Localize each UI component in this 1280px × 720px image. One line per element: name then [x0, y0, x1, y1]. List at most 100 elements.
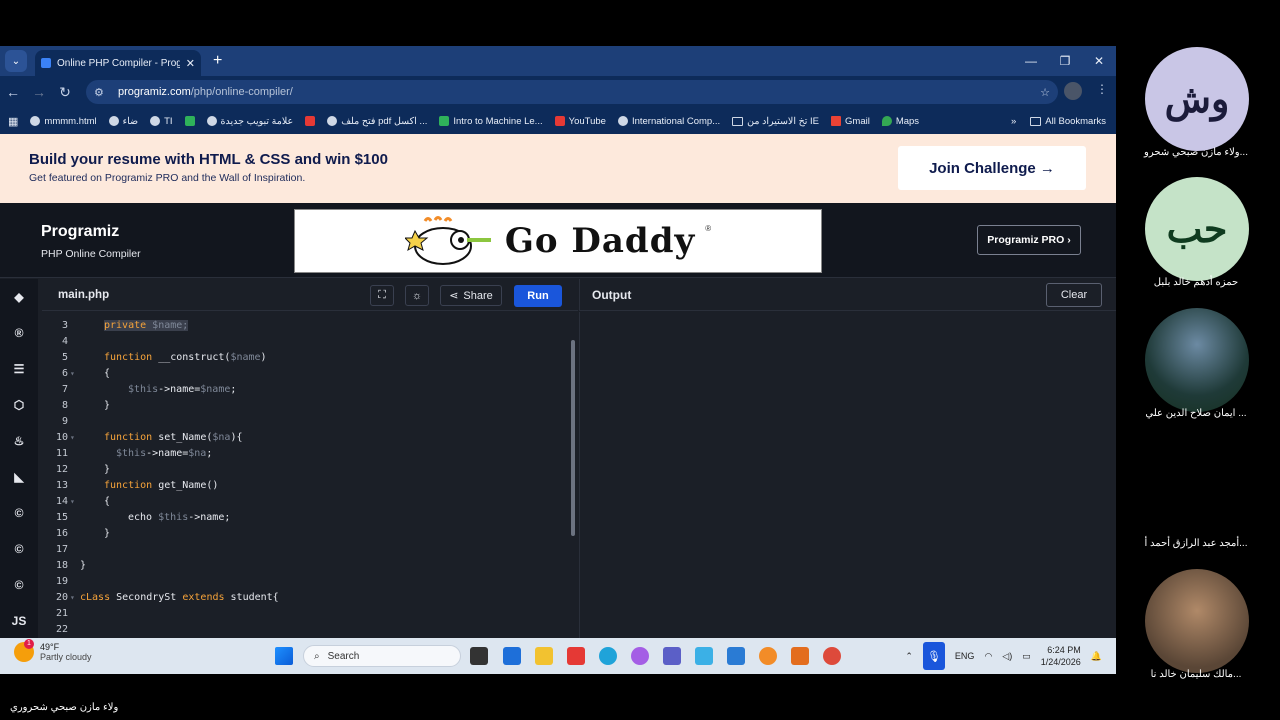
run-button[interactable]: Run — [514, 285, 562, 307]
all-bookmarks[interactable]: All Bookmarks — [1030, 116, 1106, 127]
bookmark-item[interactable]: International Comp... — [617, 116, 720, 127]
teams-icon[interactable] — [663, 647, 681, 665]
bookmark-item[interactable]: Maps — [881, 116, 919, 127]
fold-toggle-icon[interactable]: ▾ — [70, 433, 75, 442]
html-icon[interactable]: ⬡ — [0, 387, 38, 423]
programiz-favicon-icon — [41, 58, 51, 68]
fullscreen-button[interactable]: ⛶ — [370, 285, 394, 306]
share-label: Share — [463, 289, 493, 302]
r-language-icon[interactable]: ® — [0, 315, 38, 351]
sql-icon[interactable]: ☰ — [0, 351, 38, 387]
taskbar-search[interactable]: ⌕ Search — [303, 645, 461, 667]
microphone-icon[interactable]: 🎙 — [922, 642, 945, 670]
participant-avatar[interactable]: وش — [1145, 47, 1249, 151]
app-icon[interactable] — [727, 647, 745, 665]
back-icon[interactable]: ← — [0, 84, 26, 100]
task-view-icon[interactable] — [470, 647, 488, 665]
code-text: private $name; — [104, 320, 189, 331]
language-indicator[interactable]: ENG — [955, 651, 975, 661]
editor-scrollbar[interactable] — [571, 340, 575, 536]
bookmark-item[interactable]: Gmail — [831, 116, 870, 127]
bookmark-item[interactable]: ضاء — [108, 116, 138, 127]
code-token: ->name; — [188, 512, 231, 523]
chrome-icon[interactable] — [823, 647, 841, 665]
fold-toggle-icon[interactable]: ▾ — [70, 593, 75, 602]
java-icon[interactable]: ♨ — [0, 423, 38, 459]
bookmark-item[interactable] — [305, 116, 316, 126]
start-icon[interactable] — [275, 647, 293, 665]
weather-widget[interactable]: 1 49°F Partly cloudy — [14, 639, 92, 662]
new-tab-icon[interactable]: + — [213, 52, 222, 70]
code-token: function — [104, 432, 159, 443]
close-tab-icon[interactable]: ✕ — [186, 57, 195, 70]
code-editor[interactable]: 3 private $name; 4 5 function __construct($n… — [42, 312, 578, 638]
bookmark-item[interactable]: YouTube — [554, 116, 606, 127]
clear-button[interactable]: Clear — [1046, 283, 1102, 307]
output-header: Output Clear — [579, 279, 1116, 311]
bookmark-star-icon[interactable]: ☆ — [1040, 86, 1050, 99]
store-icon[interactable] — [503, 647, 521, 665]
c-icon[interactable]: © — [0, 495, 38, 531]
participant-avatar[interactable] — [1145, 308, 1249, 412]
forward-icon[interactable]: → — [26, 84, 52, 100]
more-bookmarks-icon[interactable]: » — [1011, 116, 1016, 127]
notification-icon[interactable]: 🔔 — [1091, 651, 1102, 662]
browser-tab[interactable]: Online PHP Compiler - Programiz ✕ — [35, 50, 201, 76]
join-challenge-button[interactable]: Join Challenge → — [898, 146, 1086, 190]
file-explorer-icon[interactable] — [535, 647, 553, 665]
participant-avatar[interactable]: حب — [1145, 177, 1249, 281]
edge-icon[interactable] — [599, 647, 617, 665]
fold-toggle-icon[interactable]: ▾ — [70, 369, 75, 378]
bookmark-folder[interactable]: تخ الاستيراد من IE — [732, 116, 819, 127]
participant-name: مالك سليمان خالد نا... — [1150, 669, 1242, 680]
youtube-icon[interactable] — [567, 647, 585, 665]
site-info-icon[interactable]: ⚙ — [94, 86, 110, 99]
fold-toggle-icon[interactable]: ▾ — [70, 497, 75, 506]
bookmark-item[interactable]: Intro to Machine Le... — [439, 116, 543, 127]
clock[interactable]: 6:24 PM 1/24/2026 — [1041, 644, 1081, 668]
apps-grid-icon[interactable]: ▦ — [8, 115, 18, 128]
banner-subline: Get featured on Programiz PRO and the Wa… — [29, 172, 306, 184]
tray-expand-icon[interactable]: ⌃ — [905, 651, 913, 662]
programiz-logo[interactable]: Programiz — [41, 223, 119, 241]
windows-taskbar: 1 49°F Partly cloudy ⌕ Search ⌃ 🎙 ENG ◠ … — [0, 638, 1116, 674]
line-number: 17 — [55, 544, 68, 555]
wifi-icon[interactable]: ◠ — [984, 651, 992, 662]
bookmark-item[interactable]: فتح ملف pdf اكسل ... — [327, 116, 427, 127]
javascript-icon[interactable]: JS — [0, 603, 38, 639]
csharp-icon[interactable]: © — [0, 567, 38, 603]
bookmark-item[interactable]: mmmm.html — [30, 116, 97, 127]
participant-name: ايمان صلاح الدين علي ... — [1145, 408, 1247, 419]
share-button[interactable]: ⋖ Share — [440, 285, 502, 306]
participant-avatar[interactable] — [1145, 569, 1249, 673]
code-token: ) — [260, 352, 267, 363]
code-token: function — [104, 352, 159, 363]
profile-avatar[interactable] — [1064, 82, 1082, 100]
code-token: $name — [230, 352, 261, 363]
promo-banner: Build your resume with HTML & CSS and wi… — [0, 134, 1116, 203]
bookmark-item[interactable]: TI — [150, 116, 173, 127]
app-icon[interactable] — [791, 647, 809, 665]
cpp-icon[interactable]: © — [0, 531, 38, 567]
volume-icon[interactable]: ◁) — [1002, 651, 1012, 662]
battery-icon[interactable]: ▭ — [1022, 651, 1031, 662]
vlc-icon[interactable] — [759, 647, 777, 665]
bookmark-item[interactable]: علامة تبويب جديدة — [206, 116, 293, 127]
close-window-icon[interactable]: ✕ — [1082, 46, 1116, 76]
godaddy-ad[interactable]: Go Daddy ® — [294, 209, 822, 273]
copilot-icon[interactable] — [631, 647, 649, 665]
reload-icon[interactable]: ↻ — [52, 84, 78, 101]
theme-toggle-button[interactable]: ☼ — [405, 285, 429, 306]
kotlin-icon[interactable]: ◣ — [0, 459, 38, 495]
url-field[interactable]: ⚙ programiz.com/php/online-compiler/ ☆ — [86, 80, 1058, 104]
tab-search-icon[interactable]: ⌄ — [5, 50, 27, 72]
programiz-pro-button[interactable]: Programiz PRO › — [977, 225, 1081, 255]
minimize-icon[interactable]: — — [1014, 46, 1048, 76]
restore-icon[interactable]: ❐ — [1048, 46, 1082, 76]
file-tab[interactable]: main.php — [58, 289, 109, 301]
code-token: echo — [128, 512, 159, 523]
python-icon[interactable]: ◆ — [0, 279, 38, 315]
photos-icon[interactable] — [695, 647, 713, 665]
bookmark-item[interactable] — [184, 116, 195, 126]
menu-kebab-icon[interactable]: ⋮ — [1096, 82, 1108, 100]
